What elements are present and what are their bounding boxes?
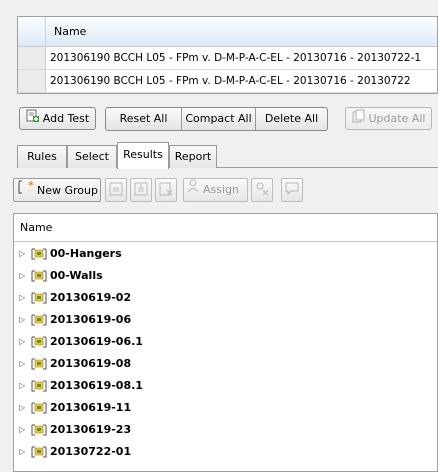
tree-row[interactable]: ▷ 20130619-23 [14,418,437,440]
compact-all-button[interactable]: Compact All [182,108,256,130]
group-label: 20130619-06.1 [50,334,143,348]
svg-text:*: * [28,179,34,192]
group-label: 20130619-11 [50,400,132,414]
group-label: 00-Walls [50,268,103,282]
add-test-icon [26,109,40,130]
tree-row[interactable]: ▷ 00-Hangers [14,242,437,264]
new-group-label: New Group [37,184,98,197]
tab-strip: Rules Select Results Report [17,142,438,169]
tree-row[interactable]: ▷ 20130619-02 [14,286,437,308]
update-icon [352,109,366,130]
tab-rules[interactable]: Rules [17,145,67,168]
group-add-button[interactable] [105,178,127,202]
delete-all-button[interactable]: Delete All [256,108,327,130]
results-tree: Name ▷ 00-Hangers ▷ 00-Walls ▷ 20130619-02 ▷ 20… [13,213,438,472]
group-folder-icon [31,312,47,326]
expand-arrow-icon[interactable]: ▷ [19,425,29,434]
test-row[interactable]: 201306190 BCCH L05 - FPm v. D-M-P-A-C-EL… [18,70,437,93]
expand-arrow-icon[interactable]: ▷ [19,359,29,368]
tests-table-header: Name [18,17,437,47]
reset-compact-delete-group: Reset All Compact All Delete All [105,107,328,131]
reset-all-button[interactable]: Reset All [106,108,182,130]
group-edit-icon [131,179,151,207]
expand-arrow-icon[interactable]: ▷ [19,381,29,390]
expand-arrow-icon[interactable]: ▷ [19,249,29,258]
group-folder-icon [31,334,47,348]
group-label: 20130619-08.1 [50,378,143,392]
group-delete-button[interactable] [155,178,177,202]
expand-arrow-icon[interactable]: ▷ [19,315,29,324]
tab-select[interactable]: Select [67,145,117,168]
group-folder-icon [31,290,47,304]
add-test-button[interactable]: Add Test [19,107,96,130]
group-label: 20130722-01 [50,444,132,458]
new-group-icon: * [17,179,37,203]
new-group-button[interactable]: * New Group [13,178,101,202]
tree-row[interactable]: ▷ 20130619-11 [14,396,437,418]
test-name-cell[interactable]: 201306190 BCCH L05 - FPm v. D-M-P-A-C-EL… [46,47,437,69]
tree-row[interactable]: ▷ 20130722-01 [14,440,437,462]
group-edit-button[interactable] [130,178,152,202]
group-add-icon [106,179,126,207]
test-row[interactable]: 201306190 BCCH L05 - FPm v. D-M-P-A-C-EL… [18,47,437,70]
expand-arrow-icon[interactable]: ▷ [19,447,29,456]
unassign-button[interactable] [251,178,273,202]
assign-icon [187,179,203,201]
tab-results[interactable]: Results [117,142,169,169]
group-folder-icon [31,422,47,436]
comment-icon [282,179,302,207]
add-test-label: Add Test [42,112,90,125]
tests-table: Name 201306190 BCCH L05 - FPm v. D-M-P-A… [17,16,438,94]
update-all-label: Update All [368,112,426,125]
tree-rows: ▷ 00-Hangers ▷ 00-Walls ▷ 20130619-02 ▷ 2013061… [14,242,437,462]
tree-row[interactable]: ▷ 20130619-06 [14,308,437,330]
group-label: 20130619-23 [50,422,132,436]
group-folder-icon [31,378,47,392]
test-name-cell[interactable]: 201306190 BCCH L05 - FPm v. D-M-P-A-C-EL… [46,70,437,92]
group-folder-icon [31,246,47,260]
group-folder-icon [31,356,47,370]
tree-row[interactable]: ▷ 20130619-08 [14,352,437,374]
tree-row[interactable]: ▷ 20130619-08.1 [14,374,437,396]
group-label: 20130619-08 [50,356,132,370]
assign-button[interactable]: Assign [183,178,248,202]
tree-row[interactable]: ▷ 20130619-06.1 [14,330,437,352]
group-folder-icon [31,400,47,414]
row-selector[interactable] [18,47,46,69]
expand-arrow-icon[interactable]: ▷ [19,293,29,302]
expand-arrow-icon[interactable]: ▷ [19,403,29,412]
group-label: 20130619-02 [50,290,132,304]
assign-label: Assign [203,183,239,196]
group-delete-icon [156,179,176,207]
tree-row[interactable]: ▷ 00-Walls [14,264,437,286]
tab-report[interactable]: Report [169,145,217,168]
tree-name-column-header[interactable]: Name [14,214,437,242]
unassign-icon [252,179,272,207]
group-folder-icon [31,268,47,282]
expand-arrow-icon[interactable]: ▷ [19,271,29,280]
update-all-button[interactable]: Update All [345,107,432,130]
group-label: 00-Hangers [50,246,122,260]
group-folder-icon [31,444,47,458]
row-selector[interactable] [18,70,46,92]
group-label: 20130619-06 [50,312,132,326]
expand-arrow-icon[interactable]: ▷ [19,337,29,346]
tests-table-corner [18,17,46,46]
tests-name-column-header[interactable]: Name [46,17,437,46]
comment-button[interactable] [281,178,303,202]
